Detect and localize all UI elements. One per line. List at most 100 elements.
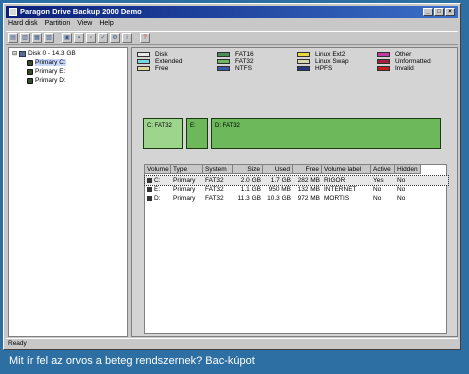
tree-partition-label: Primary D: bbox=[35, 77, 66, 84]
partition-icon bbox=[27, 68, 33, 75]
main-panel: Disk Extended Free FAT16 FAT32 NTFS Linu… bbox=[131, 47, 458, 337]
cell-volume-label: MORTIS bbox=[324, 195, 350, 202]
backup-icon[interactable]: ▤ bbox=[8, 33, 18, 43]
legend-swatch bbox=[297, 52, 310, 57]
col-header-size[interactable]: Size bbox=[233, 165, 263, 174]
legend-item: Other bbox=[377, 51, 411, 58]
cell-volume: D: bbox=[145, 194, 171, 203]
compare-icon[interactable]: ▧ bbox=[44, 33, 54, 43]
menu-help[interactable]: Help bbox=[99, 19, 113, 29]
tree-partition-label: Primary E: bbox=[35, 68, 66, 75]
legend-item: HPFS bbox=[297, 65, 332, 72]
restore-icon[interactable]: ▥ bbox=[20, 33, 30, 43]
legend-item: Invalid bbox=[377, 65, 414, 72]
legend-label: Disk bbox=[155, 51, 168, 58]
cell-volume-label: RIGOR bbox=[324, 177, 346, 184]
col-header-hidden[interactable]: Hidden bbox=[395, 165, 421, 174]
cell-volume: E: bbox=[145, 185, 171, 194]
cell-size: 11.3 GB bbox=[237, 195, 261, 202]
app-window: Paragon Drive Backup 2000 Demo _ □ × Har… bbox=[3, 3, 461, 350]
save-icon[interactable]: ▪ bbox=[74, 33, 84, 43]
cell-hidden: No bbox=[397, 177, 406, 184]
table-row[interactable]: E: Primary FAT32 1.1 GB 950 MB 132 MB IN… bbox=[145, 185, 448, 194]
legend-swatch bbox=[137, 52, 150, 57]
menu-bar: Hard disk Partition View Help bbox=[6, 19, 114, 29]
cell-size: 1.1 GB bbox=[240, 186, 261, 193]
partition-block-d[interactable]: D: FAT32 bbox=[211, 118, 441, 149]
legend-label: Extended bbox=[155, 58, 183, 65]
color-legend: Disk Extended Free FAT16 FAT32 NTFS Linu… bbox=[135, 50, 453, 94]
col-header-type[interactable]: Type bbox=[171, 165, 203, 174]
info-icon[interactable]: i bbox=[122, 33, 132, 43]
window-title: Paragon Drive Backup 2000 Demo bbox=[20, 7, 142, 16]
legend-item: Unformatted bbox=[377, 58, 431, 65]
legend-item: Free bbox=[137, 65, 168, 72]
partition-icon bbox=[147, 196, 152, 201]
cell-volume: C: bbox=[145, 176, 171, 185]
copy-icon[interactable]: ▦ bbox=[32, 33, 42, 43]
legend-item: Disk bbox=[137, 51, 168, 58]
table-row[interactable]: C: Primary FAT32 2.0 GB 1.7 GB 282 MB RI… bbox=[144, 175, 449, 186]
col-header-used[interactable]: Used bbox=[263, 165, 293, 174]
cell-used: 1.7 GB bbox=[270, 177, 291, 184]
legend-item: Extended bbox=[137, 58, 182, 65]
cell-size: 2.0 GB bbox=[240, 177, 261, 184]
hard-disk-icon bbox=[19, 50, 27, 57]
tree-disk-label: Disk 0 - 14.3 GB bbox=[28, 50, 76, 57]
title-bar[interactable]: Paragon Drive Backup 2000 Demo _ □ × bbox=[6, 6, 458, 18]
cell-system: FAT32 bbox=[205, 186, 224, 193]
cell-volume-text: C: bbox=[154, 177, 161, 184]
collapse-icon[interactable]: ⊟ bbox=[12, 50, 17, 57]
partition-table: Volume Type System Size Used Free Volume… bbox=[144, 164, 449, 334]
partition-block-c[interactable]: C: FAT32 bbox=[143, 118, 183, 149]
legend-swatch bbox=[377, 59, 390, 64]
legend-swatch bbox=[217, 59, 230, 64]
legend-item: FAT32 bbox=[217, 58, 254, 65]
open-icon[interactable]: ▣ bbox=[62, 33, 72, 43]
legend-swatch bbox=[377, 66, 390, 71]
app-icon bbox=[9, 8, 17, 16]
col-header-active[interactable]: Active bbox=[371, 165, 395, 174]
legend-label: FAT16 bbox=[235, 51, 254, 58]
settings-icon[interactable]: ⚙ bbox=[110, 33, 120, 43]
properties-icon[interactable]: ▫ bbox=[86, 33, 96, 43]
tree-partition-e[interactable]: Primary E: bbox=[27, 68, 65, 75]
tree-partition-d[interactable]: Primary D: bbox=[27, 77, 66, 84]
cell-type: Primary bbox=[173, 195, 196, 202]
col-header-free[interactable]: Free bbox=[293, 165, 322, 174]
partition-icon bbox=[27, 77, 33, 84]
maximize-button[interactable]: □ bbox=[434, 8, 444, 16]
legend-swatch bbox=[217, 66, 230, 71]
legend-label: HPFS bbox=[315, 65, 333, 72]
partition-block-e[interactable]: E: bbox=[186, 118, 208, 149]
legend-swatch bbox=[137, 66, 150, 71]
legend-item: NTFS bbox=[217, 65, 252, 72]
legend-label: FAT32 bbox=[235, 58, 254, 65]
legend-label: Other bbox=[395, 51, 412, 58]
check-icon[interactable]: ✓ bbox=[98, 33, 108, 43]
tree-disk-row[interactable]: ⊟ Disk 0 - 14.3 GB bbox=[12, 50, 76, 57]
close-button[interactable]: × bbox=[445, 8, 455, 16]
menu-partition[interactable]: Partition bbox=[45, 19, 71, 29]
legend-label: NTFS bbox=[235, 65, 252, 72]
menu-view[interactable]: View bbox=[77, 19, 92, 29]
cell-active: Yes bbox=[373, 177, 384, 184]
table-row[interactable]: D: Primary FAT32 11.3 GB 10.3 GB 972 MB … bbox=[145, 194, 448, 203]
cell-system: FAT32 bbox=[205, 177, 224, 184]
col-header-volume-label[interactable]: Volume label bbox=[322, 165, 371, 174]
menu-hard-disk[interactable]: Hard disk bbox=[8, 19, 38, 29]
col-header-system[interactable]: System bbox=[203, 165, 233, 174]
minimize-button[interactable]: _ bbox=[423, 8, 433, 16]
cell-used: 10.3 GB bbox=[267, 195, 291, 202]
tree-partition-c[interactable]: Primary C: bbox=[27, 59, 66, 66]
cell-free: 282 MB bbox=[297, 177, 320, 184]
legend-swatch bbox=[297, 59, 310, 64]
col-header-volume[interactable]: Volume bbox=[145, 165, 171, 174]
cell-free: 972 MB bbox=[297, 195, 320, 202]
cell-hidden: No bbox=[397, 195, 406, 202]
legend-label: Invalid bbox=[395, 65, 414, 72]
toolbar: ▤ ▥ ▦ ▧ ▣ ▪ ▫ ✓ ⚙ i ? bbox=[6, 31, 458, 45]
legend-label: Unformatted bbox=[395, 58, 431, 65]
help-icon[interactable]: ? bbox=[140, 33, 150, 43]
legend-item: FAT16 bbox=[217, 51, 254, 58]
